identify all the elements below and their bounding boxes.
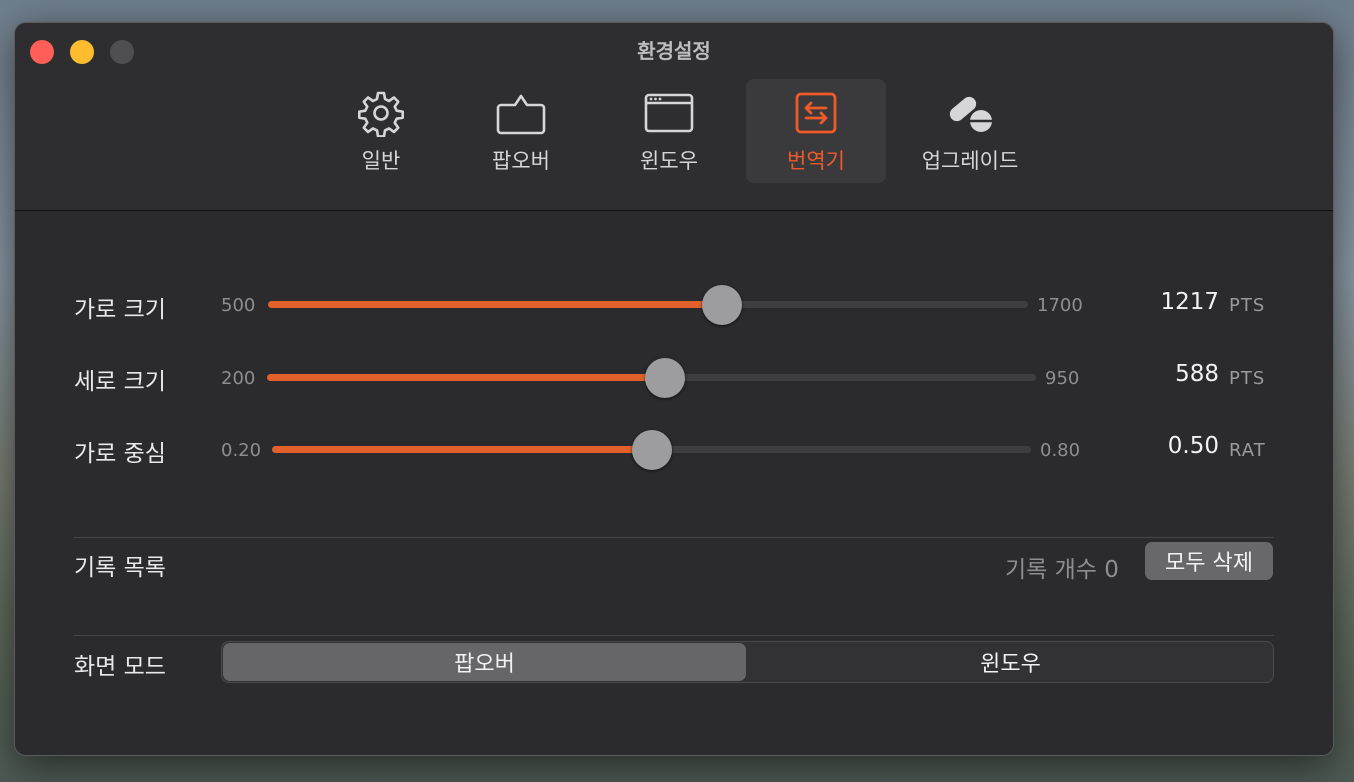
height-slider[interactable] bbox=[267, 358, 1036, 398]
tab-bar: 일반 팝오버 윈도우 번역기 업그레이드 bbox=[15, 79, 1333, 183]
pill-icon bbox=[944, 89, 996, 137]
height-max-label: 950 bbox=[1045, 368, 1080, 389]
tab-label: 번역기 bbox=[787, 149, 845, 173]
display-mode-label: 화면 모드 bbox=[74, 654, 166, 680]
tab-label: 팝오버 bbox=[492, 149, 550, 173]
toolbar: 환경설정 일반 팝오버 윈도우 번역기 업그레이드 bbox=[15, 23, 1333, 211]
tab-general[interactable]: 일반 bbox=[325, 79, 437, 183]
slider-fill bbox=[268, 301, 722, 308]
slider-thumb[interactable] bbox=[632, 430, 672, 470]
tab-translator[interactable]: 번역기 bbox=[746, 79, 886, 183]
display-mode-segmented-control: 팝오버 윈도우 bbox=[221, 641, 1274, 683]
tab-label: 윈도우 bbox=[640, 149, 698, 173]
center-value: 0.50 bbox=[1167, 433, 1219, 459]
translate-icon bbox=[790, 89, 842, 137]
history-label: 기록 목록 bbox=[74, 555, 166, 581]
translator-settings: 가로 크기 500 1700 1217 PTS 세로 크기 200 950 58… bbox=[15, 211, 1333, 755]
width-max-label: 1700 bbox=[1037, 295, 1083, 316]
segment-popover[interactable]: 팝오버 bbox=[223, 643, 746, 681]
height-size-label: 세로 크기 bbox=[74, 369, 166, 395]
width-value: 1217 bbox=[1160, 289, 1219, 315]
width-min-label: 500 bbox=[221, 295, 256, 316]
horizontal-center-slider[interactable] bbox=[272, 430, 1031, 470]
tab-popover[interactable]: 팝오버 bbox=[465, 79, 577, 183]
horizontal-center-label: 가로 중심 bbox=[74, 441, 166, 467]
preferences-window: 환경설정 일반 팝오버 윈도우 번역기 업그레이드 가로 크기 500 1700… bbox=[14, 22, 1334, 756]
width-unit: PTS bbox=[1229, 295, 1266, 316]
slider-thumb[interactable] bbox=[702, 285, 742, 325]
center-max-label: 0.80 bbox=[1040, 440, 1081, 461]
width-slider[interactable] bbox=[268, 285, 1028, 325]
height-unit: PTS bbox=[1229, 368, 1266, 389]
delete-all-button[interactable]: 모두 삭제 bbox=[1145, 542, 1273, 580]
center-unit: RAT bbox=[1229, 440, 1266, 461]
tab-label: 일반 bbox=[361, 149, 401, 173]
slider-thumb[interactable] bbox=[645, 358, 685, 398]
tab-window[interactable]: 윈도우 bbox=[613, 79, 725, 183]
speech-bubble-icon bbox=[495, 89, 547, 137]
history-count: 기록 개수 0 bbox=[1005, 557, 1119, 583]
segment-window[interactable]: 윈도우 bbox=[748, 643, 1273, 681]
tab-upgrade[interactable]: 업그레이드 bbox=[905, 79, 1035, 183]
gear-icon bbox=[355, 89, 407, 137]
slider-fill bbox=[272, 446, 652, 453]
height-value: 588 bbox=[1175, 361, 1219, 387]
tab-label: 업그레이드 bbox=[921, 149, 1019, 173]
width-size-label: 가로 크기 bbox=[74, 297, 166, 323]
slider-fill bbox=[267, 374, 665, 381]
height-min-label: 200 bbox=[221, 368, 256, 389]
window-icon bbox=[643, 89, 695, 137]
divider bbox=[74, 537, 1274, 538]
center-min-label: 0.20 bbox=[221, 440, 262, 461]
divider bbox=[74, 635, 1274, 636]
window-title: 환경설정 bbox=[637, 39, 711, 63]
